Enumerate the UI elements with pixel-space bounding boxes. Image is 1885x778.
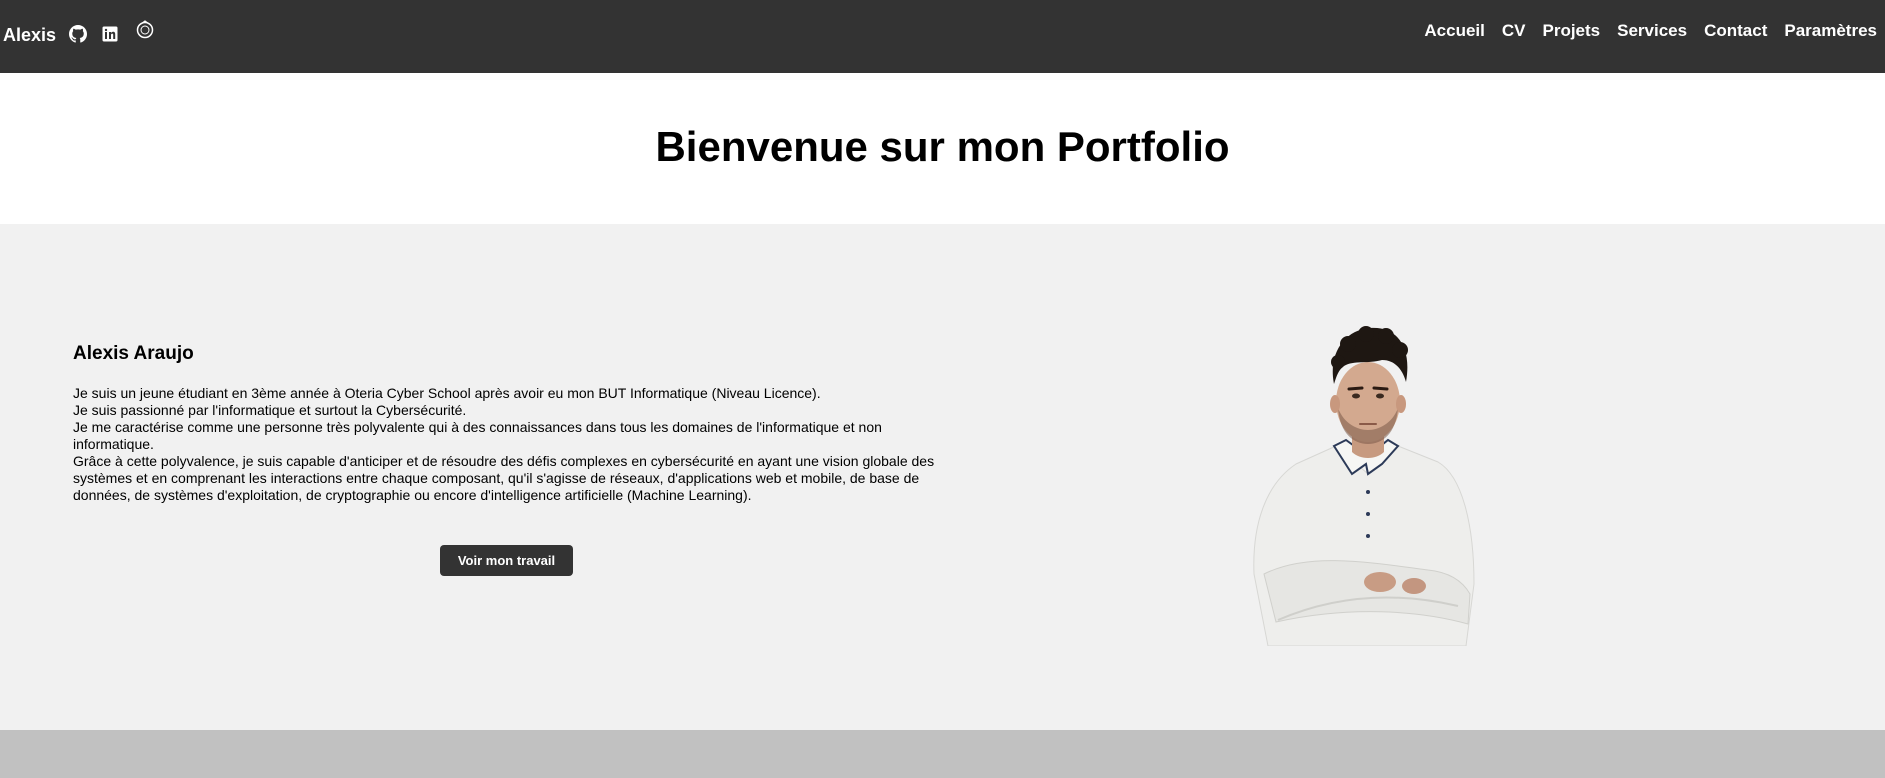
view-work-button[interactable]: Voir mon travail — [440, 545, 573, 576]
nav-parametres[interactable]: Paramètres — [1784, 20, 1877, 42]
about-line-3: Je me caractérise comme une personne trè… — [73, 419, 882, 452]
page-title: Bienvenue sur mon Portfolio — [655, 122, 1230, 170]
about-line-4: Grâce à cette polyvalence, je suis capab… — [73, 453, 935, 503]
footer-strip — [0, 730, 1885, 778]
about-section: Alexis Araujo Je suis un jeune étudiant … — [0, 224, 1885, 730]
about-text-block: Alexis Araujo Je suis un jeune étudiant … — [73, 343, 943, 504]
profile-name: Alexis Araujo — [73, 343, 194, 364]
top-navbar: Alexis Accueil CV Projets Services Conta… — [0, 0, 1885, 73]
hero-section: Bienvenue sur mon Portfolio — [0, 73, 1885, 224]
github-icon[interactable] — [68, 24, 88, 44]
about-line-2: Je suis passionné par l'informatique et … — [73, 402, 467, 418]
linkedin-icon[interactable] — [100, 24, 120, 44]
nav-services[interactable]: Services — [1617, 20, 1687, 42]
nav-projets[interactable]: Projets — [1543, 20, 1601, 42]
about-line-1: Je suis un jeune étudiant en 3ème année … — [73, 385, 821, 401]
badge-icon[interactable] — [135, 20, 155, 40]
nav-contact[interactable]: Contact — [1704, 20, 1767, 42]
nav-accueil[interactable]: Accueil — [1424, 20, 1484, 42]
main-nav: Accueil CV Projets Services Contact Para… — [1407, 20, 1877, 42]
profile-photo — [1253, 326, 1475, 646]
brand-name[interactable]: Alexis — [3, 24, 56, 46]
nav-cv[interactable]: CV — [1502, 20, 1526, 42]
